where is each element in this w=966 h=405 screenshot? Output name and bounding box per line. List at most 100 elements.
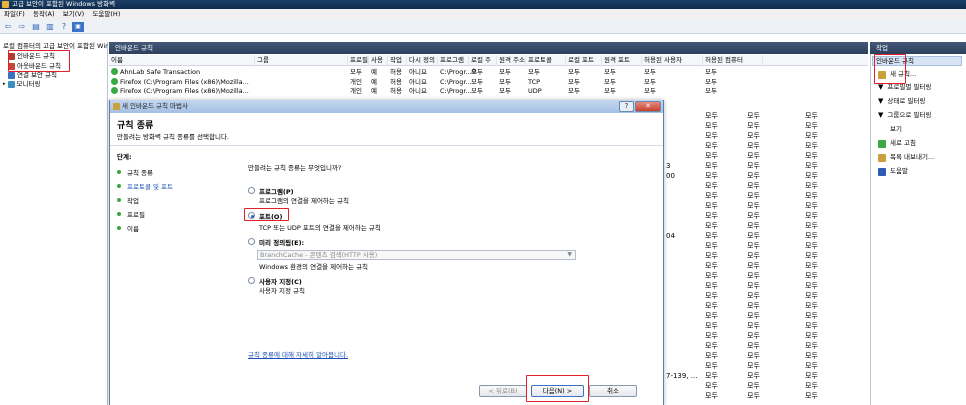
- step-protocol-and-ports: 프로토콜 및 포트: [117, 181, 173, 191]
- wizard-header: 규칙 종류 만들려는 방화벽 규칙 종류를 선택합니다.: [110, 114, 663, 146]
- folder-icon[interactable]: ▤: [30, 22, 42, 32]
- learn-more-link[interactable]: 규칙 종류에 대해 자세히 알아봅니다.: [248, 349, 348, 359]
- table-cell: 허용: [390, 87, 402, 95]
- table-cell: 모두: [805, 232, 818, 240]
- table-cell: 모두: [705, 172, 718, 180]
- table-cell: 모두: [747, 362, 760, 370]
- step-bullet-icon: [117, 198, 121, 202]
- column-header-remote-port[interactable]: 원격 포트: [602, 55, 642, 66]
- table-row[interactable]: Firefox (C:\Program Files (x86)\Mozilla.…: [109, 86, 868, 96]
- rule-type-question: 만들려는 규칙 종류는 무엇입니까?: [248, 164, 342, 172]
- tree-item-connection-security-rules[interactable]: 연결 보안 규칙: [8, 71, 57, 80]
- menu-action[interactable]: 동작(A): [33, 10, 54, 18]
- table-cell: 모두: [499, 77, 511, 86]
- step-bullet-icon: [117, 184, 121, 188]
- table-cell: 모두: [747, 202, 760, 210]
- table-cell: 모두: [747, 212, 760, 220]
- table-cell: 모두: [805, 332, 818, 340]
- back-arrow-icon[interactable]: ⇦: [2, 22, 14, 32]
- cancel-button[interactable]: 취소: [589, 385, 637, 397]
- action-refresh[interactable]: 새로 고침: [878, 138, 916, 149]
- table-cell: 모두: [705, 242, 718, 250]
- action-help[interactable]: 도움말: [878, 166, 908, 177]
- properties-icon[interactable]: ▥: [44, 22, 56, 32]
- help-icon[interactable]: ?: [58, 22, 70, 32]
- center-pane-title: 인바운드 규칙: [109, 42, 868, 54]
- table-cell: 모두: [705, 162, 718, 170]
- table-cell: 모두: [705, 232, 718, 240]
- menu-help[interactable]: 도움말(H): [92, 10, 120, 18]
- action-view[interactable]: 보기: [890, 124, 902, 135]
- column-header-name[interactable]: 이름: [109, 55, 255, 66]
- column-header-action[interactable]: 작업: [388, 55, 407, 66]
- action-filter-by-state[interactable]: ▼ 상태로 필터링: [878, 96, 925, 107]
- column-header-profile[interactable]: 프로필: [348, 55, 369, 66]
- highlight-box-inbound: [8, 50, 70, 72]
- table-cell: 모두: [805, 222, 818, 230]
- radio-program[interactable]: [248, 187, 255, 194]
- table-row[interactable]: AhnLab Safe Transaction 모두 예 허용 아니요 C:\Progr.…: [109, 67, 868, 77]
- window-title: 고급 보안이 포함된 Windows 방화벽: [12, 0, 116, 8]
- table-cell: 모두: [747, 152, 760, 160]
- back-button[interactable]: < 뒤로(B): [479, 385, 527, 397]
- column-header-remote-address[interactable]: 원격 주소: [497, 55, 526, 66]
- table-cell: 예: [371, 87, 377, 95]
- column-header-local-port[interactable]: 로컬 포트: [566, 55, 602, 66]
- radio-custom[interactable]: [248, 277, 255, 284]
- option-program-desc: 프로그램의 연결을 제어하는 규칙: [259, 197, 349, 205]
- table-cell: 모두: [705, 302, 718, 310]
- table-cell: 모두: [805, 372, 818, 380]
- column-header-override[interactable]: 다시 정의: [407, 55, 438, 66]
- table-cell: 모두: [747, 372, 760, 380]
- table-cell: 모두: [805, 172, 818, 180]
- table-cell: 모두: [705, 152, 718, 160]
- table-cell: 모두: [747, 382, 760, 390]
- table-cell: 모두: [604, 87, 616, 95]
- wizard-close-button[interactable]: ✕: [635, 101, 661, 112]
- column-header-program[interactable]: 프로그램: [438, 55, 469, 66]
- expand-arrow-icon[interactable]: ▸: [3, 80, 6, 89]
- column-header-protocol[interactable]: 프로토콜: [526, 55, 566, 66]
- table-cell: 모두: [705, 192, 718, 200]
- navigation-tree: [0, 42, 108, 405]
- table-cell: 모두: [747, 162, 760, 170]
- option-predefined-label[interactable]: 미리 정의됨(E):: [259, 237, 304, 247]
- table-cell: 모두: [805, 142, 818, 150]
- table-cell: 모두: [568, 77, 580, 86]
- table-cell: 모두: [805, 262, 818, 270]
- column-header-enabled[interactable]: 사용: [369, 55, 388, 66]
- table-cell: 모두: [805, 202, 818, 210]
- column-header-local-address[interactable]: 로컬 주소: [469, 55, 497, 75]
- predefined-rules-dropdown[interactable]: BranchCache - 콘텐츠 검색(HTTP 사용) ▼: [257, 250, 576, 260]
- column-header-group[interactable]: 그룹: [255, 55, 348, 66]
- table-cell: 모두: [705, 182, 718, 190]
- step-name: 이름: [117, 223, 139, 233]
- column-header-allowed-users[interactable]: 허용된 사용자: [642, 55, 703, 66]
- table-cell: 모두: [705, 222, 718, 230]
- table-cell: 모두: [747, 352, 760, 360]
- connection-security-icon: [8, 72, 15, 79]
- table-cell: Firefox (C:\Program Files (x86)\Mozilla.…: [111, 86, 251, 96]
- table-cell: 모두: [747, 132, 760, 140]
- table-cell: 모두: [747, 292, 760, 300]
- option-predefined-desc: Windows 환경의 연결을 제어하는 규칙: [259, 263, 369, 271]
- table-cell: TCP: [528, 77, 541, 86]
- action-export-list[interactable]: 목록 내보내기...: [878, 152, 934, 163]
- menu-file[interactable]: 파일(F): [4, 10, 25, 18]
- table-cell: 아니요: [409, 87, 427, 95]
- menu-view[interactable]: 보기(V): [63, 10, 84, 18]
- table-cell: 모두: [644, 87, 656, 95]
- column-header-allowed-computers[interactable]: 허용된 컴퓨터: [703, 55, 763, 66]
- tree-item-monitoring[interactable]: ▸ 모니터링: [3, 80, 40, 89]
- table-cell: 모두: [805, 192, 818, 200]
- table-cell: 모두: [805, 322, 818, 330]
- radio-predefined[interactable]: [248, 238, 255, 245]
- table-cell: 모두: [528, 68, 540, 76]
- action-filter-by-group[interactable]: ▼ 그룹으로 필터링: [878, 110, 931, 121]
- wizard-help-button[interactable]: ?: [619, 101, 634, 112]
- forward-arrow-icon[interactable]: ⇨: [16, 22, 28, 32]
- panel-icon[interactable]: ▣: [72, 21, 84, 32]
- table-cell: 모두: [747, 282, 760, 290]
- table-row[interactable]: Firefox (C:\Program Files (x86)\Mozilla.…: [109, 77, 868, 87]
- table-cell: 모두: [805, 352, 818, 360]
